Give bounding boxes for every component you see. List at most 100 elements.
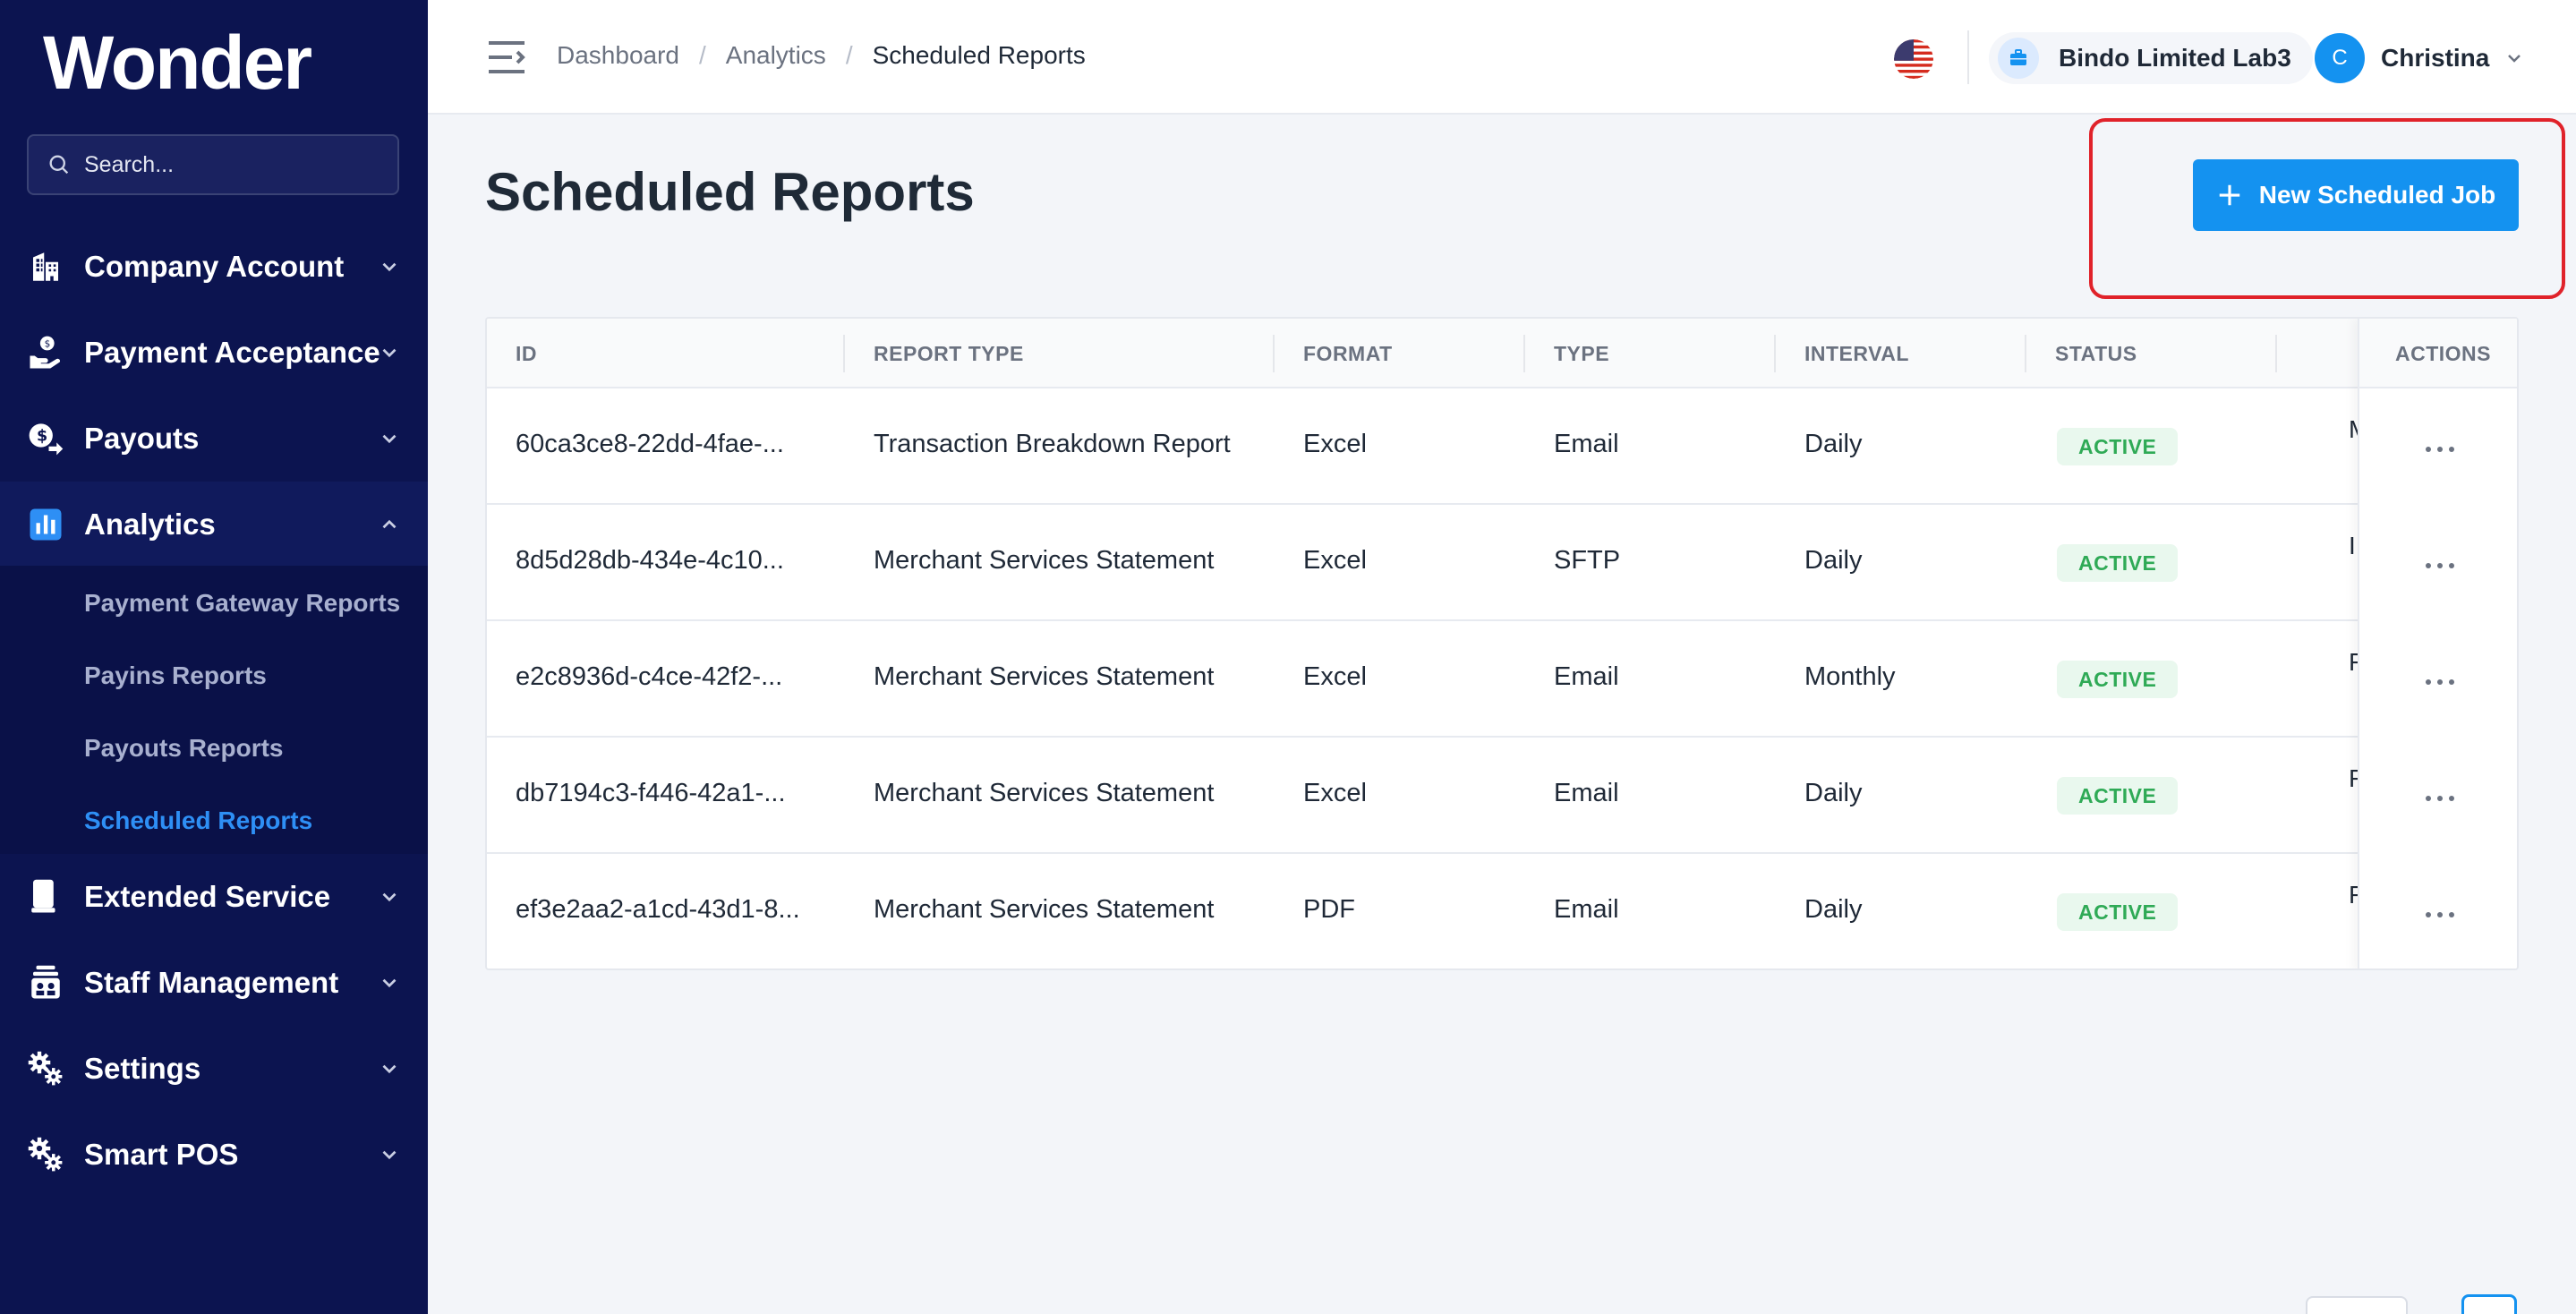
more-actions-icon[interactable] xyxy=(2422,440,2458,458)
cell-interval: Daily xyxy=(1804,779,1863,807)
chevron-down-icon xyxy=(382,1064,397,1074)
cell-report-type: Merchant Services Statement xyxy=(874,662,1215,691)
cell-id: 60ca3ce8-22dd-4fae-... xyxy=(516,430,784,458)
table-row[interactable]: ef3e2aa2-a1cd-43d1-8... Merchant Service… xyxy=(487,854,2517,968)
search-icon xyxy=(49,155,69,175)
cell-id: 8d5d28db-434e-4c10... xyxy=(516,546,784,575)
submenu-item-scheduled-reports[interactable]: Scheduled Reports xyxy=(84,806,312,835)
page-size-select[interactable] xyxy=(2306,1296,2408,1314)
cell-report-type: Merchant Services Statement xyxy=(874,895,1215,924)
new-scheduled-job-label: New Scheduled Job xyxy=(2258,181,2496,209)
cell-id: e2c8936d-c4ce-42f2-... xyxy=(516,662,783,691)
avatar: C xyxy=(2315,33,2365,83)
plus-icon xyxy=(2219,184,2239,206)
more-actions-icon[interactable] xyxy=(2422,789,2458,807)
chevron-down-icon xyxy=(382,348,397,358)
column-header-interval[interactable]: INTERVAL xyxy=(1804,342,1909,366)
chevron-down-icon xyxy=(2508,55,2521,63)
chevron-up-icon xyxy=(382,519,397,529)
cell-format: Excel xyxy=(1303,662,1367,691)
cell-id: db7194c3-f446-42a1-... xyxy=(516,779,786,807)
cell-clipped: I xyxy=(2349,532,2356,559)
new-scheduled-job-button[interactable]: New Scheduled Job xyxy=(2193,159,2519,231)
us-flag-icon[interactable] xyxy=(1894,39,1933,79)
sidebar-item-label: Extended Service xyxy=(84,880,331,913)
pagination-current-page[interactable] xyxy=(2461,1294,2517,1314)
column-header-status[interactable]: STATUS xyxy=(2055,342,2137,366)
column-header-report-type[interactable]: REPORT TYPE xyxy=(874,342,1024,366)
table-row[interactable]: 60ca3ce8-22dd-4fae-... Transaction Break… xyxy=(487,388,2517,505)
scheduled-reports-table: ID REPORT TYPE FORMAT TYPE INTERVAL STAT… xyxy=(485,317,2519,970)
user-menu[interactable]: C Christina xyxy=(2315,32,2525,84)
building-icon xyxy=(33,252,58,281)
column-header-type[interactable]: TYPE xyxy=(1554,342,1609,366)
breadcrumb-current: Scheduled Reports xyxy=(872,41,1086,69)
table-row[interactable]: e2c8936d-c4ce-42f2-... Merchant Services… xyxy=(487,621,2517,738)
cell-type: Email xyxy=(1554,662,1619,691)
cell-interval: Daily xyxy=(1804,430,1863,458)
status-badge: ACTIVE xyxy=(2057,777,2179,815)
sidebar-item-staff-management[interactable]: Staff Management xyxy=(0,940,428,1026)
dollar-send-icon: $ xyxy=(29,423,64,456)
column-header-id[interactable]: ID xyxy=(516,342,537,366)
cell-format: PDF xyxy=(1303,895,1355,924)
user-name: Christina xyxy=(2381,44,2490,72)
cell-type: Email xyxy=(1554,895,1619,924)
actions-column: ACTIONS xyxy=(2358,319,2517,968)
page-title: Scheduled Reports xyxy=(485,162,975,222)
column-header-actions: ACTIONS xyxy=(2359,319,2517,388)
status-badge: ACTIVE xyxy=(2057,893,2179,931)
column-header-format[interactable]: FORMAT xyxy=(1303,342,1393,366)
sidebar-item-label: Payouts xyxy=(84,422,200,455)
chevron-down-icon xyxy=(382,1150,397,1160)
bar-chart-icon xyxy=(30,508,62,541)
tablet-icon xyxy=(31,879,55,913)
company-switcher[interactable]: Bindo Limited Lab3 xyxy=(1989,32,2313,84)
sidebar-item-analytics[interactable]: Analytics xyxy=(0,482,428,567)
sidebar-item-payouts[interactable]: $ Payouts xyxy=(0,396,428,482)
cell-format: Excel xyxy=(1303,779,1367,807)
sidebar-item-company-account[interactable]: Company Account xyxy=(0,224,428,310)
submenu-item-payins-reports[interactable]: Payins Reports xyxy=(84,661,267,690)
staff-icon xyxy=(31,965,60,999)
company-name: Bindo Limited Lab3 xyxy=(2059,44,2291,72)
cell-format: Excel xyxy=(1303,430,1367,458)
sidebar-item-settings[interactable]: Settings xyxy=(0,1026,428,1112)
cell-type: SFTP xyxy=(1554,546,1621,575)
table-header: ID REPORT TYPE FORMAT TYPE INTERVAL STAT… xyxy=(487,319,2517,388)
cell-interval: Daily xyxy=(1804,895,1863,924)
logo: Wonder xyxy=(43,21,312,105)
gears-icon xyxy=(28,1137,63,1172)
sidebar-item-label: Settings xyxy=(84,1052,201,1085)
sidebar-item-label: Payment Acceptance xyxy=(84,336,380,369)
menu-toggle-icon[interactable] xyxy=(487,39,526,75)
status-badge: ACTIVE xyxy=(2057,428,2179,465)
submenu-item-payment-gateway-reports[interactable]: Payment Gateway Reports xyxy=(84,589,400,618)
sidebar-item-extended-service[interactable]: Extended Service xyxy=(0,854,428,940)
hand-coin-icon: $ xyxy=(30,336,61,369)
sidebar: Wonder Search... Company Account $ Payme… xyxy=(0,0,428,1314)
chevron-down-icon xyxy=(382,262,397,272)
cell-report-type: Transaction Breakdown Report xyxy=(874,430,1231,458)
table-row[interactable]: db7194c3-f446-42a1-... Merchant Services… xyxy=(487,738,2517,854)
submenu-item-payouts-reports[interactable]: Payouts Reports xyxy=(84,734,284,763)
table-row[interactable]: 8d5d28db-434e-4c10... Merchant Services … xyxy=(487,505,2517,621)
status-badge: ACTIVE xyxy=(2057,544,2179,582)
cell-format: Excel xyxy=(1303,546,1367,575)
sidebar-item-smart-pos[interactable]: Smart POS xyxy=(0,1112,428,1198)
breadcrumb-analytics[interactable]: Analytics xyxy=(726,41,826,70)
cell-type: Email xyxy=(1554,779,1619,807)
more-actions-icon[interactable] xyxy=(2422,906,2458,924)
sidebar-item-payment-acceptance[interactable]: $ Payment Acceptance xyxy=(0,310,428,396)
more-actions-icon[interactable] xyxy=(2422,673,2458,691)
breadcrumb-dashboard[interactable]: Dashboard xyxy=(557,41,679,70)
more-actions-icon[interactable] xyxy=(2422,557,2458,575)
chevron-down-icon xyxy=(382,892,397,902)
breadcrumb: Dashboard / Analytics / Scheduled Report… xyxy=(557,41,1086,70)
cell-report-type: Merchant Services Statement xyxy=(874,546,1215,575)
chevron-down-icon xyxy=(382,978,397,988)
search-input[interactable]: Search... xyxy=(27,134,399,195)
cell-report-type: Merchant Services Statement xyxy=(874,779,1215,807)
status-badge: ACTIVE xyxy=(2057,661,2179,698)
search-placeholder: Search... xyxy=(84,151,175,177)
